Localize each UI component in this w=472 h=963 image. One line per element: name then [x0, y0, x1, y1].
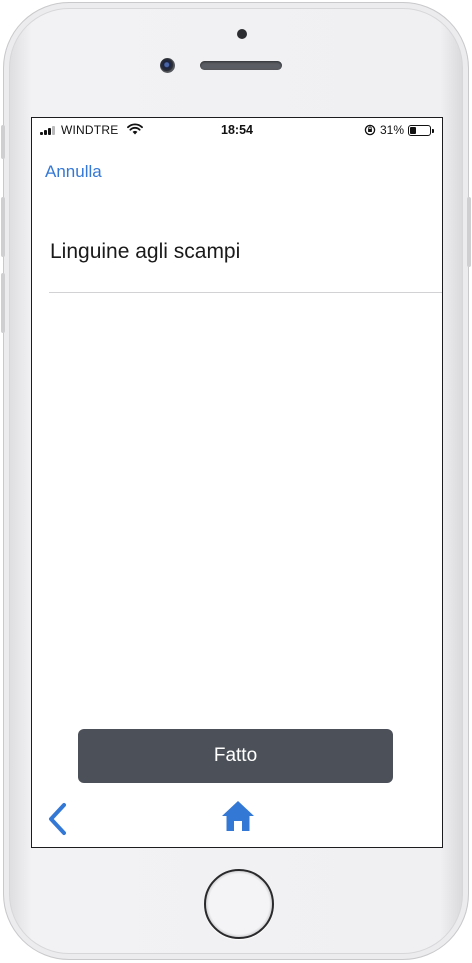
- done-button-label: Fatto: [213, 745, 258, 766]
- text-field-underline: [49, 292, 442, 293]
- home-hardware-button[interactable]: [204, 869, 274, 939]
- volume-down-button: [1, 273, 5, 333]
- cancel-button[interactable]: Annulla: [45, 162, 102, 182]
- orientation-lock-icon: [364, 124, 376, 136]
- volume-up-button: [1, 197, 5, 257]
- mute-switch: [1, 125, 5, 159]
- camera-lens: [160, 58, 175, 73]
- done-button[interactable]: Fatto: [78, 729, 393, 783]
- battery-icon: [408, 125, 434, 136]
- battery-percentage: 31%: [380, 123, 405, 137]
- screen: WINDTRE 18:54 31% Annulla Linguine agli …: [31, 117, 443, 848]
- front-camera: [237, 29, 247, 39]
- status-bar: WINDTRE 18:54 31%: [32, 118, 442, 142]
- power-button: [467, 197, 471, 267]
- home-icon[interactable]: [221, 799, 255, 833]
- earpiece-speaker: [200, 61, 282, 70]
- chevron-left-icon[interactable]: [46, 802, 68, 836]
- name-text-field[interactable]: Linguine agli scampi: [50, 240, 442, 276]
